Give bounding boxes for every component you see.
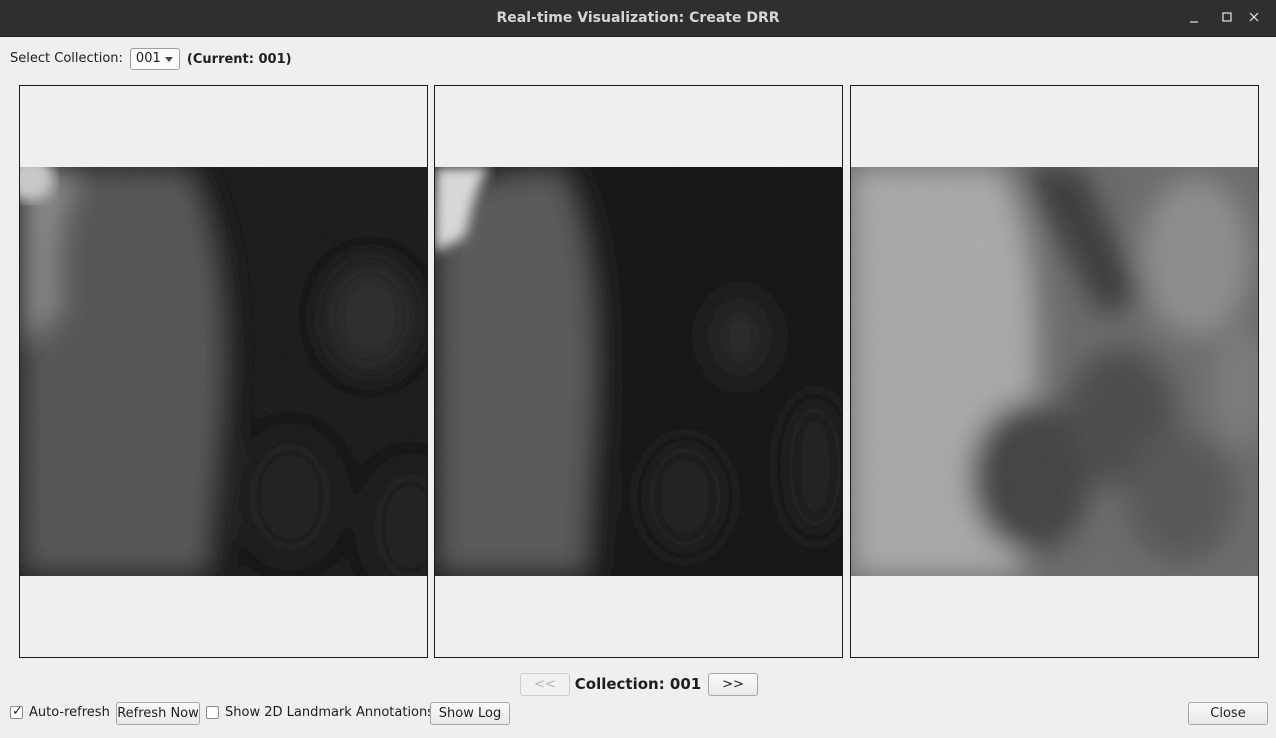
image-panel-1 <box>19 85 428 658</box>
checkmark-icon: ✓ <box>12 704 23 719</box>
drr-view-3 <box>851 167 1258 576</box>
title-bar: Real-time Visualization: Create DRR <box>0 0 1276 37</box>
select-collection-label: Select Collection: <box>10 51 123 66</box>
drr-view-1 <box>20 167 427 576</box>
window-title: Real-time Visualization: Create DRR <box>496 10 780 26</box>
collection-selector-row: Select Collection: 001 (Current: 001) <box>10 47 292 71</box>
minimize-icon[interactable] <box>1179 0 1209 36</box>
collection-dropdown-value: 001 <box>135 51 161 66</box>
drr-view-2 <box>435 167 842 576</box>
collection-dropdown[interactable]: 001 <box>129 48 180 70</box>
auto-refresh-checkbox[interactable]: ✓ <box>10 704 23 719</box>
previous-collection-button[interactable]: << <box>520 673 570 696</box>
show-landmarks-checkbox[interactable] <box>206 706 219 719</box>
refresh-now-button[interactable]: Refresh Now <box>116 702 200 725</box>
close-icon[interactable] <box>1239 0 1269 36</box>
show-landmarks-label: Show 2D Landmark Annotations <box>225 705 435 720</box>
show-log-button[interactable]: Show Log <box>430 702 510 725</box>
chevron-down-icon <box>164 57 173 62</box>
image-panel-3 <box>850 85 1259 658</box>
collection-label: Collection: 001 <box>574 675 702 693</box>
image-panel-2 <box>434 85 843 658</box>
current-collection-label: (Current: 001) <box>186 51 292 67</box>
auto-refresh-label: Auto-refresh <box>29 705 110 720</box>
next-collection-button[interactable]: >> <box>708 673 758 696</box>
close-button[interactable]: Close <box>1188 702 1268 725</box>
maximize-icon[interactable] <box>1212 0 1242 36</box>
